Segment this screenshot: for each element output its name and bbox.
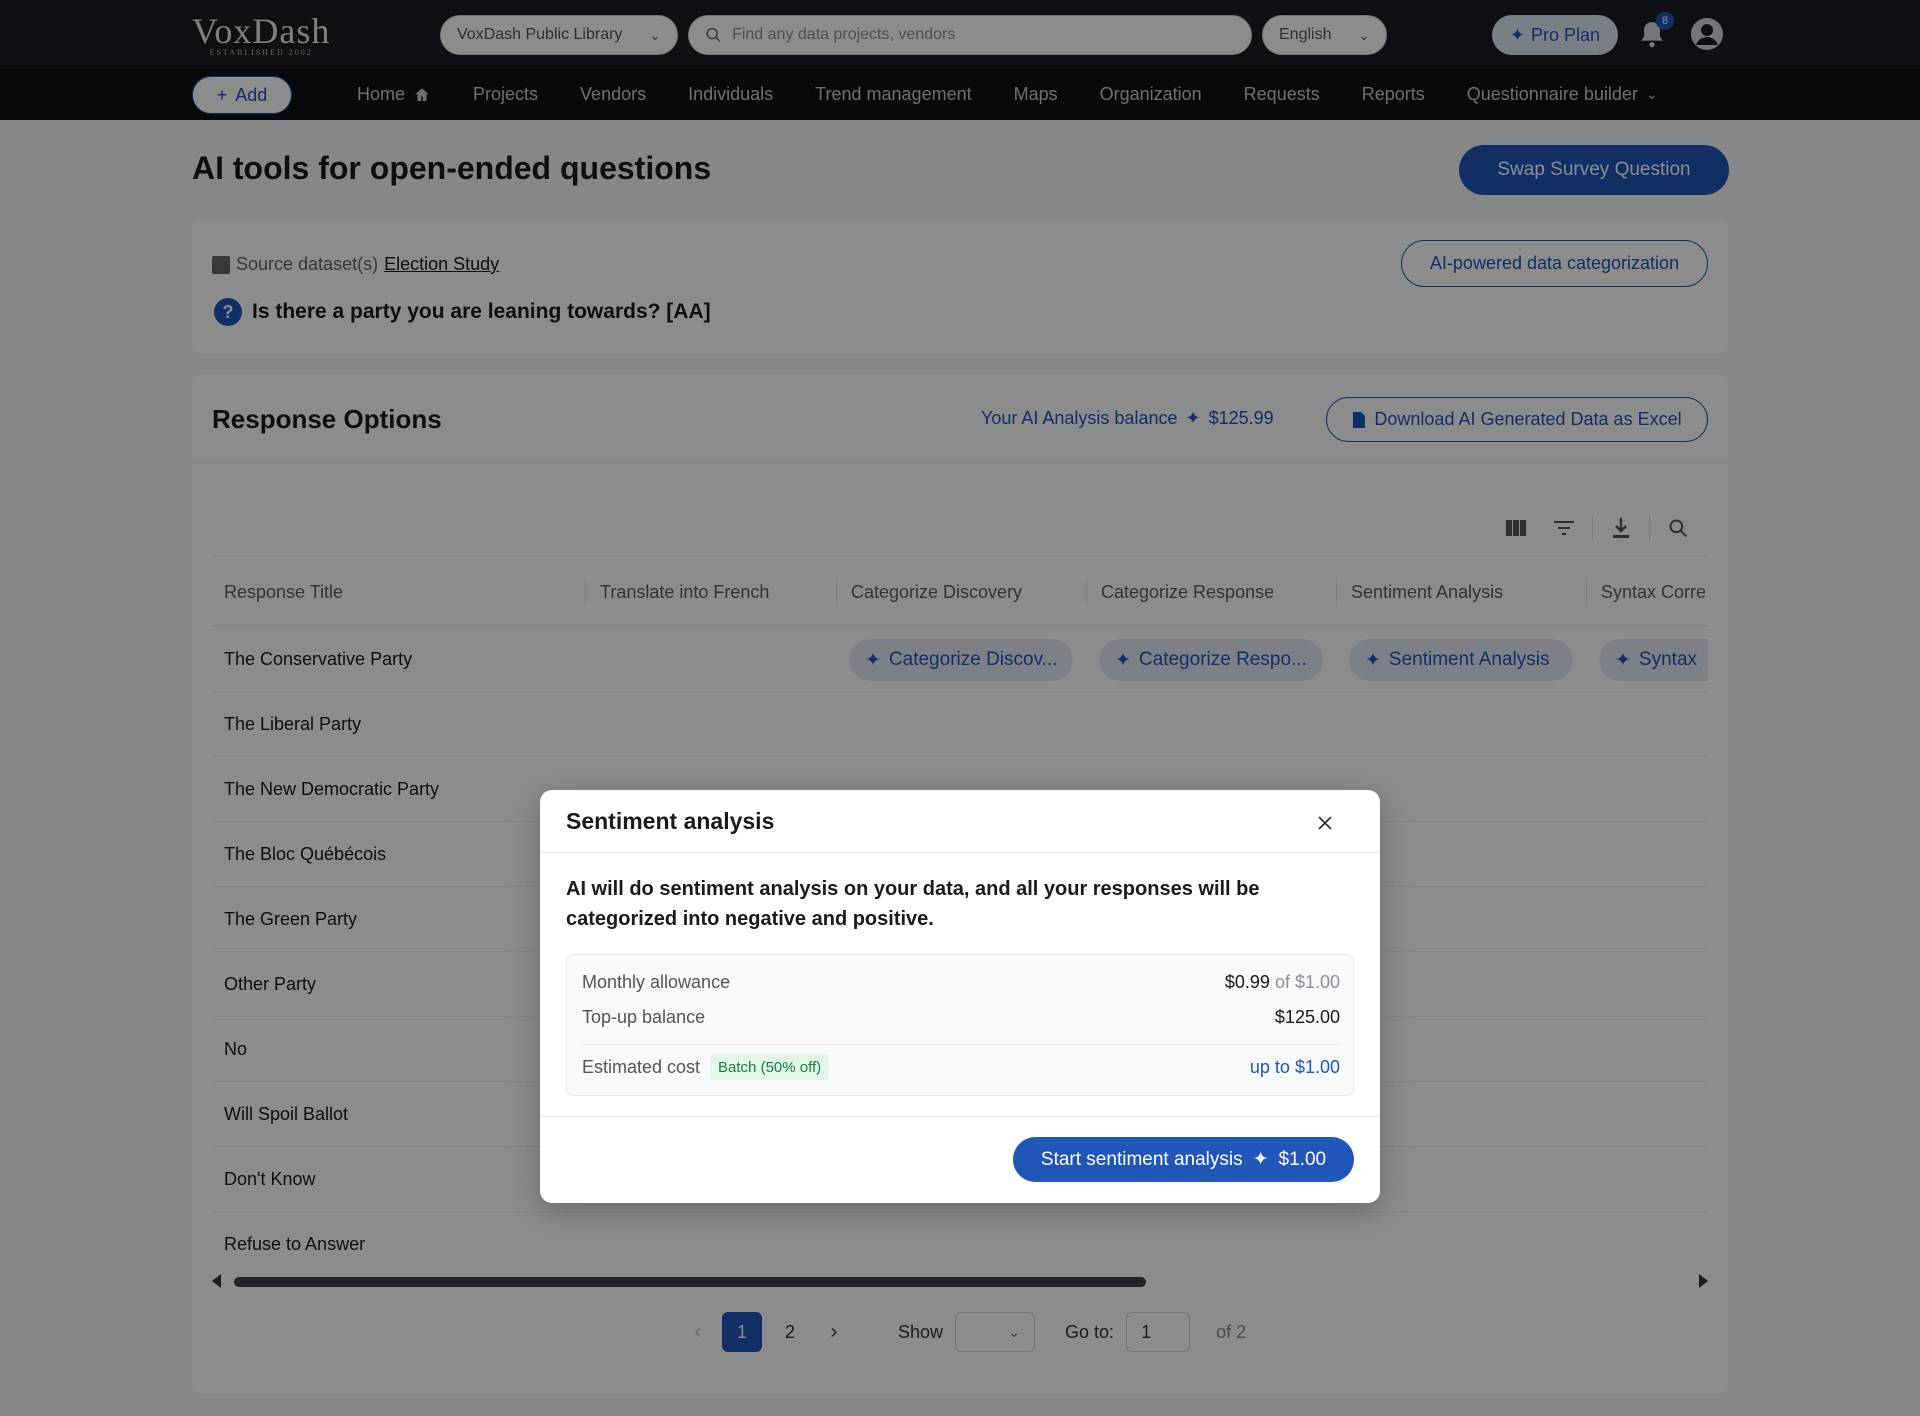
- close-icon: [1318, 816, 1332, 830]
- start-sentiment-analysis-button[interactable]: Start sentiment analysis ✦ $1.00: [1013, 1137, 1354, 1182]
- estimated-cost-label: Estimated cost: [582, 1056, 701, 1077]
- allowance-total: of $1.00: [1274, 971, 1340, 992]
- allowance-used: $0.99: [1224, 971, 1270, 992]
- start-button-label: Start sentiment analysis: [1040, 1148, 1243, 1170]
- dialog-title: Sentiment analysis: [566, 808, 775, 834]
- topup-balance-row: Top-up balance $125.00: [582, 1002, 1340, 1032]
- estimated-cost-value: up to $1.00: [1249, 1056, 1340, 1077]
- dialog-header: Sentiment analysis: [540, 790, 1380, 853]
- dialog-description: AI will do sentiment analysis on your da…: [566, 878, 1260, 930]
- topup-value: $125.00: [1274, 1006, 1340, 1027]
- close-button[interactable]: [1310, 808, 1340, 838]
- sparkle-icon: ✦: [1252, 1149, 1269, 1170]
- modal-backdrop[interactable]: [0, 0, 1920, 1416]
- monthly-allowance-label: Monthly allowance: [582, 971, 731, 992]
- cost-summary: Monthly allowance $0.99 of $1.00 Top-up …: [566, 954, 1354, 1096]
- topup-label: Top-up balance: [582, 1006, 706, 1027]
- monthly-allowance-value: $0.99 of $1.00: [1225, 972, 1340, 993]
- batch-discount-badge: Batch (50% off): [710, 1054, 830, 1080]
- divider: [582, 1044, 1340, 1045]
- divider: [540, 1116, 1380, 1117]
- sentiment-analysis-dialog: Sentiment analysis AI will do sentiment …: [540, 790, 1380, 1203]
- monthly-allowance-row: Monthly allowance $0.99 of $1.00: [582, 967, 1340, 997]
- start-button-price: $1.00: [1278, 1148, 1327, 1170]
- estimated-cost-row: Estimated cost Batch (50% off) up to $1.…: [582, 1052, 1340, 1082]
